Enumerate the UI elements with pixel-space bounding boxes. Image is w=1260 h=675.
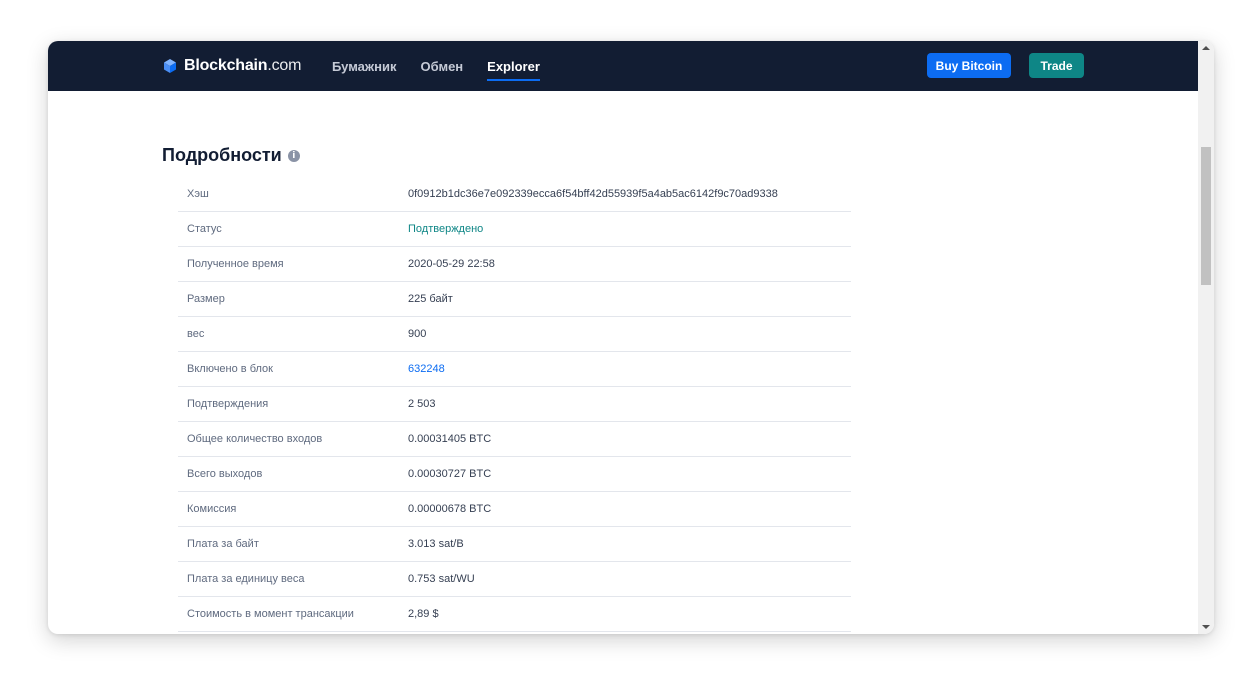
detail-label: Стоимость в момент трансакции <box>187 608 354 620</box>
detail-row: Включено в блок 632248 <box>178 352 851 387</box>
detail-value: 2020-05-29 22:58 <box>408 258 495 270</box>
detail-value: 3.013 sat/B <box>408 538 464 550</box>
logo-text-main: Blockchain <box>184 57 268 74</box>
buy-bitcoin-button[interactable]: Buy Bitcoin <box>927 53 1011 78</box>
blockchain-logo[interactable]: Blockchain.com <box>162 55 301 77</box>
detail-row: Всего выходов 0.00030727 BTC <box>178 457 851 492</box>
detail-row: Полученное время 2020-05-29 22:58 <box>178 247 851 282</box>
nav-item-exchange[interactable]: Обмен <box>420 41 463 91</box>
detail-row: Размер 225 байт <box>178 282 851 317</box>
detail-value: 0.00031405 BTC <box>408 433 492 445</box>
detail-row: вес 900 <box>178 317 851 352</box>
detail-row: Хэш 0f0912b1dc36e7e092339ecca6f54bff42d55… <box>178 177 851 212</box>
detail-label: Плата за единицу веса <box>187 573 305 585</box>
trade-button[interactable]: Trade <box>1029 53 1084 78</box>
detail-label: Комиссия <box>187 503 237 515</box>
detail-label: Подтверждения <box>187 398 269 410</box>
detail-value: 2,89 $ <box>408 608 439 620</box>
detail-label: Хэш <box>187 188 209 200</box>
status-value: Подтверждено <box>408 223 484 235</box>
details-heading: Подробности i <box>162 145 300 166</box>
detail-row: Плата за байт 3.013 sat/B <box>178 527 851 562</box>
detail-row: Статус Подтверждено <box>178 212 851 247</box>
logo-text-suffix: .com <box>267 57 302 74</box>
logo-text: Blockchain.com <box>184 57 301 75</box>
detail-row: Подтверждения 2 503 <box>178 387 851 422</box>
scroll-up-arrow-icon[interactable] <box>1202 46 1210 50</box>
detail-value: 0f0912b1dc36e7e092339ecca6f54bff42d55939… <box>408 188 778 200</box>
page-content: Подробности i Хэш 0f0912b1dc36e7e092339ec… <box>48 91 1198 634</box>
detail-label: Всего выходов <box>187 468 263 480</box>
nav-item-explorer[interactable]: Explorer <box>487 41 540 91</box>
detail-row: Общее количество входов 0.00031405 BTC <box>178 422 851 457</box>
transaction-details-list: Хэш 0f0912b1dc36e7e092339ecca6f54bff42d55… <box>178 177 851 632</box>
scroll-down-arrow-icon[interactable] <box>1202 625 1210 629</box>
browser-window: Blockchain.com Бумажник Обмен Explorer B… <box>48 41 1214 634</box>
main-nav: Бумажник Обмен Explorer <box>332 41 540 91</box>
nav-item-wallet[interactable]: Бумажник <box>332 41 396 91</box>
detail-label: вес <box>187 328 205 340</box>
detail-row: Комиссия 0.00000678 BTC <box>178 492 851 527</box>
details-title: Подробности <box>162 145 282 165</box>
detail-value: 900 <box>408 328 427 340</box>
detail-label: Общее количество входов <box>187 433 323 445</box>
detail-label: Плата за байт <box>187 538 259 550</box>
blockchain-logo-icon <box>164 59 176 73</box>
detail-row: Стоимость в момент трансакции 2,89 $ <box>178 597 851 632</box>
detail-label: Полученное время <box>187 258 284 270</box>
detail-row: Плата за единицу веса 0.753 sat/WU <box>178 562 851 597</box>
detail-value: 0.00000678 BTC <box>408 503 492 515</box>
detail-label: Включено в блок <box>187 363 273 375</box>
vertical-scrollbar[interactable] <box>1198 41 1214 634</box>
info-icon[interactable]: i <box>287 149 300 162</box>
detail-label: Размер <box>187 293 225 305</box>
block-link[interactable]: 632248 <box>408 363 445 375</box>
detail-label: Статус <box>187 223 222 235</box>
detail-value: 0.753 sat/WU <box>408 573 475 585</box>
scrollbar-thumb[interactable] <box>1201 147 1211 285</box>
detail-value: 2 503 <box>408 398 436 410</box>
top-navigation-bar: Blockchain.com Бумажник Обмен Explorer B… <box>48 41 1198 91</box>
detail-value: 225 байт <box>408 293 453 305</box>
detail-value: 0.00030727 BTC <box>408 468 492 480</box>
